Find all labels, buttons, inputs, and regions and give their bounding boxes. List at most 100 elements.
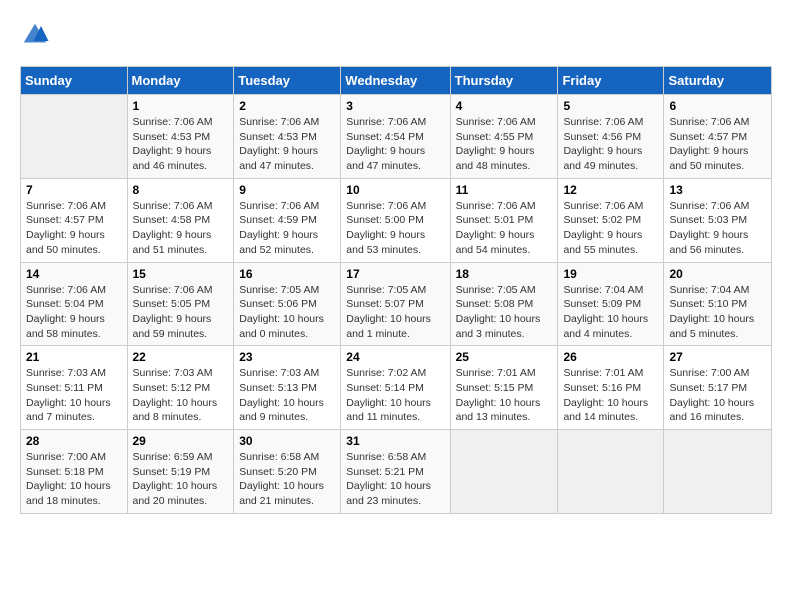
day-info: Sunrise: 7:06 AM Sunset: 5:02 PM Dayligh… bbox=[563, 199, 658, 258]
day-number: 8 bbox=[133, 183, 229, 197]
day-number: 31 bbox=[346, 434, 444, 448]
calendar-week-row: 14 Sunrise: 7:06 AM Sunset: 5:04 PM Dayli… bbox=[21, 262, 772, 346]
day-number: 15 bbox=[133, 267, 229, 281]
day-number: 24 bbox=[346, 350, 444, 364]
calendar-table: SundayMondayTuesdayWednesdayThursdayFrid… bbox=[20, 66, 772, 514]
col-header-friday: Friday bbox=[558, 67, 664, 95]
day-number: 4 bbox=[456, 99, 553, 113]
day-number: 16 bbox=[239, 267, 335, 281]
calendar-cell: 13Sunrise: 7:06 AM Sunset: 5:03 PM Dayli… bbox=[664, 178, 772, 262]
col-header-thursday: Thursday bbox=[450, 67, 558, 95]
calendar-cell: 6Sunrise: 7:06 AM Sunset: 4:57 PM Daylig… bbox=[664, 95, 772, 179]
day-info: Sunrise: 6:58 AM Sunset: 5:20 PM Dayligh… bbox=[239, 450, 335, 509]
day-number: 22 bbox=[133, 350, 229, 364]
calendar-cell: 2 Sunrise: 7:06 AM Sunset: 4:53 PM Daylig… bbox=[234, 95, 341, 179]
calendar-week-row: 1 Sunrise: 7:06 AM Sunset: 4:53 PM Daylig… bbox=[21, 95, 772, 179]
calendar-cell: 24 Sunrise: 7:02 AM Sunset: 5:14 PM Dayli… bbox=[341, 346, 450, 430]
day-info: Sunrise: 7:03 AM Sunset: 5:13 PM Dayligh… bbox=[239, 366, 335, 425]
col-header-saturday: Saturday bbox=[664, 67, 772, 95]
day-info: Sunrise: 6:58 AM Sunset: 5:21 PM Dayligh… bbox=[346, 450, 444, 509]
day-info: Sunrise: 7:02 AM Sunset: 5:14 PM Dayligh… bbox=[346, 366, 444, 425]
day-number: 10 bbox=[346, 183, 444, 197]
calendar-cell: 23Sunrise: 7:03 AM Sunset: 5:13 PM Dayli… bbox=[234, 346, 341, 430]
day-info: Sunrise: 7:06 AM Sunset: 5:01 PM Dayligh… bbox=[456, 199, 553, 258]
day-info: Sunrise: 7:05 AM Sunset: 5:07 PM Dayligh… bbox=[346, 283, 444, 342]
day-info: Sunrise: 7:04 AM Sunset: 5:10 PM Dayligh… bbox=[669, 283, 766, 342]
day-info: Sunrise: 7:06 AM Sunset: 4:53 PM Dayligh… bbox=[133, 115, 229, 174]
day-number: 18 bbox=[456, 267, 553, 281]
day-number: 17 bbox=[346, 267, 444, 281]
calendar-cell bbox=[558, 430, 664, 514]
calendar-cell: 20 Sunrise: 7:04 AM Sunset: 5:10 PM Dayli… bbox=[664, 262, 772, 346]
calendar-cell: 11 Sunrise: 7:06 AM Sunset: 5:01 PM Dayli… bbox=[450, 178, 558, 262]
col-header-monday: Monday bbox=[127, 67, 234, 95]
calendar-cell: 21 Sunrise: 7:03 AM Sunset: 5:11 PM Dayli… bbox=[21, 346, 128, 430]
calendar-cell: 16 Sunrise: 7:05 AM Sunset: 5:06 PM Dayli… bbox=[234, 262, 341, 346]
calendar-week-row: 28 Sunrise: 7:00 AM Sunset: 5:18 PM Dayli… bbox=[21, 430, 772, 514]
calendar-cell: 31 Sunrise: 6:58 AM Sunset: 5:21 PM Dayli… bbox=[341, 430, 450, 514]
calendar-cell bbox=[21, 95, 128, 179]
day-info: Sunrise: 7:06 AM Sunset: 4:56 PM Dayligh… bbox=[563, 115, 658, 174]
calendar-cell: 15Sunrise: 7:06 AM Sunset: 5:05 PM Dayli… bbox=[127, 262, 234, 346]
day-number: 2 bbox=[239, 99, 335, 113]
day-number: 1 bbox=[133, 99, 229, 113]
day-info: Sunrise: 7:04 AM Sunset: 5:09 PM Dayligh… bbox=[563, 283, 658, 342]
day-info: Sunrise: 7:06 AM Sunset: 5:04 PM Dayligh… bbox=[26, 283, 122, 342]
day-number: 25 bbox=[456, 350, 553, 364]
calendar-cell: 5 Sunrise: 7:06 AM Sunset: 4:56 PM Daylig… bbox=[558, 95, 664, 179]
day-number: 5 bbox=[563, 99, 658, 113]
day-info: Sunrise: 7:06 AM Sunset: 4:54 PM Dayligh… bbox=[346, 115, 444, 174]
day-info: Sunrise: 7:06 AM Sunset: 4:59 PM Dayligh… bbox=[239, 199, 335, 258]
logo bbox=[20, 20, 54, 50]
day-number: 19 bbox=[563, 267, 658, 281]
calendar-cell: 29Sunrise: 6:59 AM Sunset: 5:19 PM Dayli… bbox=[127, 430, 234, 514]
day-number: 26 bbox=[563, 350, 658, 364]
day-info: Sunrise: 7:00 AM Sunset: 5:18 PM Dayligh… bbox=[26, 450, 122, 509]
col-header-wednesday: Wednesday bbox=[341, 67, 450, 95]
day-number: 6 bbox=[669, 99, 766, 113]
calendar-cell: 10 Sunrise: 7:06 AM Sunset: 5:00 PM Dayli… bbox=[341, 178, 450, 262]
calendar-cell: 9 Sunrise: 7:06 AM Sunset: 4:59 PM Daylig… bbox=[234, 178, 341, 262]
calendar-cell: 27Sunrise: 7:00 AM Sunset: 5:17 PM Dayli… bbox=[664, 346, 772, 430]
day-info: Sunrise: 7:05 AM Sunset: 5:06 PM Dayligh… bbox=[239, 283, 335, 342]
day-info: Sunrise: 7:01 AM Sunset: 5:15 PM Dayligh… bbox=[456, 366, 553, 425]
day-info: Sunrise: 7:03 AM Sunset: 5:11 PM Dayligh… bbox=[26, 366, 122, 425]
day-number: 9 bbox=[239, 183, 335, 197]
day-number: 11 bbox=[456, 183, 553, 197]
calendar-cell: 17 Sunrise: 7:05 AM Sunset: 5:07 PM Dayli… bbox=[341, 262, 450, 346]
day-number: 13 bbox=[669, 183, 766, 197]
calendar-cell: 25 Sunrise: 7:01 AM Sunset: 5:15 PM Dayli… bbox=[450, 346, 558, 430]
calendar-week-row: 21 Sunrise: 7:03 AM Sunset: 5:11 PM Dayli… bbox=[21, 346, 772, 430]
page-header bbox=[20, 20, 772, 50]
calendar-cell bbox=[664, 430, 772, 514]
col-header-tuesday: Tuesday bbox=[234, 67, 341, 95]
day-info: Sunrise: 6:59 AM Sunset: 5:19 PM Dayligh… bbox=[133, 450, 229, 509]
calendar-cell: 14 Sunrise: 7:06 AM Sunset: 5:04 PM Dayli… bbox=[21, 262, 128, 346]
calendar-cell: 30Sunrise: 6:58 AM Sunset: 5:20 PM Dayli… bbox=[234, 430, 341, 514]
day-number: 20 bbox=[669, 267, 766, 281]
day-info: Sunrise: 7:03 AM Sunset: 5:12 PM Dayligh… bbox=[133, 366, 229, 425]
day-info: Sunrise: 7:05 AM Sunset: 5:08 PM Dayligh… bbox=[456, 283, 553, 342]
calendar-cell: 22 Sunrise: 7:03 AM Sunset: 5:12 PM Dayli… bbox=[127, 346, 234, 430]
calendar-cell: 8 Sunrise: 7:06 AM Sunset: 4:58 PM Daylig… bbox=[127, 178, 234, 262]
day-info: Sunrise: 7:06 AM Sunset: 4:57 PM Dayligh… bbox=[26, 199, 122, 258]
calendar-header-row: SundayMondayTuesdayWednesdayThursdayFrid… bbox=[21, 67, 772, 95]
day-number: 12 bbox=[563, 183, 658, 197]
calendar-cell: 12 Sunrise: 7:06 AM Sunset: 5:02 PM Dayli… bbox=[558, 178, 664, 262]
col-header-sunday: Sunday bbox=[21, 67, 128, 95]
day-number: 21 bbox=[26, 350, 122, 364]
logo-icon bbox=[20, 20, 50, 50]
calendar-cell: 19 Sunrise: 7:04 AM Sunset: 5:09 PM Dayli… bbox=[558, 262, 664, 346]
day-number: 27 bbox=[669, 350, 766, 364]
day-number: 28 bbox=[26, 434, 122, 448]
calendar-cell: 1 Sunrise: 7:06 AM Sunset: 4:53 PM Daylig… bbox=[127, 95, 234, 179]
day-info: Sunrise: 7:06 AM Sunset: 4:58 PM Dayligh… bbox=[133, 199, 229, 258]
day-info: Sunrise: 7:06 AM Sunset: 4:55 PM Dayligh… bbox=[456, 115, 553, 174]
day-number: 14 bbox=[26, 267, 122, 281]
calendar-cell: 18 Sunrise: 7:05 AM Sunset: 5:08 PM Dayli… bbox=[450, 262, 558, 346]
day-info: Sunrise: 7:06 AM Sunset: 5:00 PM Dayligh… bbox=[346, 199, 444, 258]
day-number: 3 bbox=[346, 99, 444, 113]
calendar-cell: 7Sunrise: 7:06 AM Sunset: 4:57 PM Daylig… bbox=[21, 178, 128, 262]
day-info: Sunrise: 7:06 AM Sunset: 4:53 PM Dayligh… bbox=[239, 115, 335, 174]
calendar-week-row: 7Sunrise: 7:06 AM Sunset: 4:57 PM Daylig… bbox=[21, 178, 772, 262]
